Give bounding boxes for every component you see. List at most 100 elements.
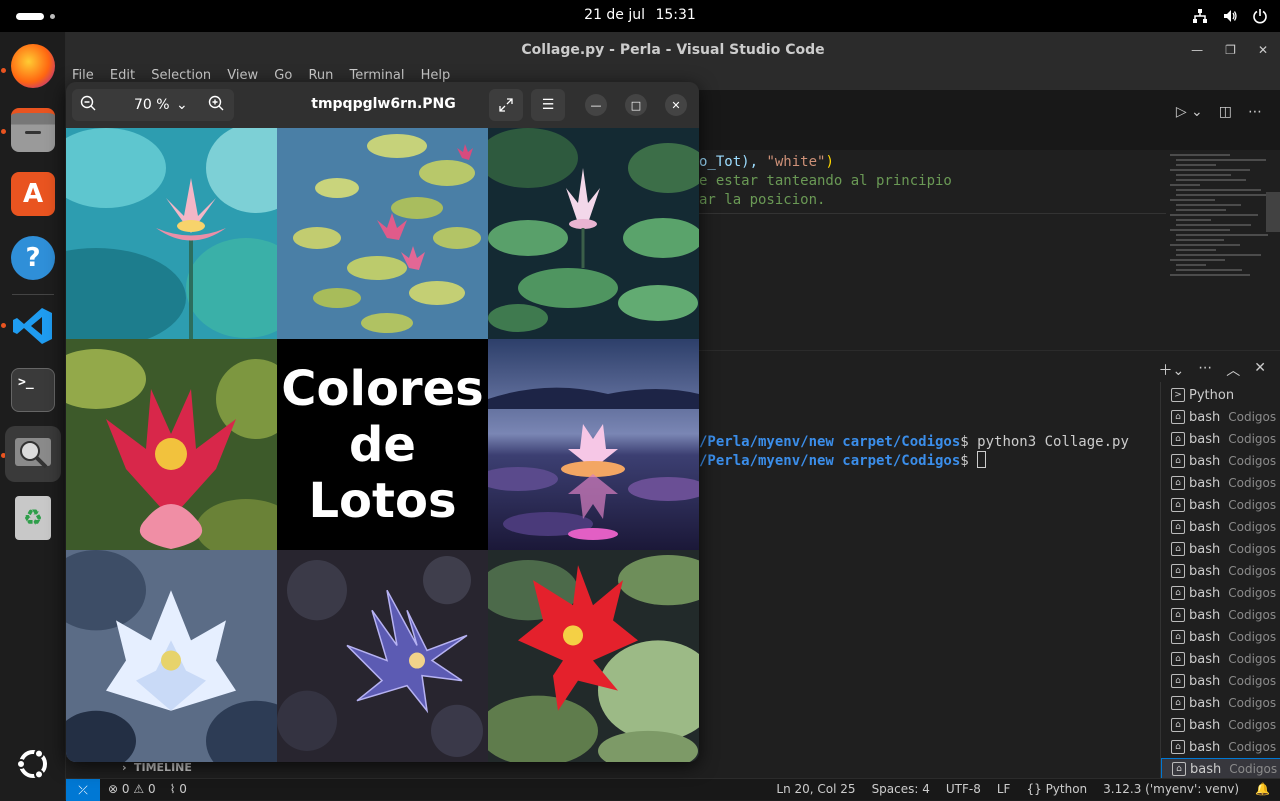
menu-go[interactable]: Go [274, 68, 292, 83]
terminal-list-item[interactable]: ⌂ bash Codigos [1171, 428, 1276, 450]
dock-image-viewer[interactable] [5, 426, 61, 482]
terminal-list-item[interactable]: ⌂ bash Codigos [1171, 582, 1276, 604]
dock-show-apps[interactable] [5, 736, 61, 792]
bash-terminal-icon: ⌂ [1171, 696, 1185, 710]
terminal-list-item[interactable]: ⌂ bash Codigos [1171, 560, 1276, 582]
menu-run[interactable]: Run [308, 68, 333, 83]
terminal-list-item[interactable]: ⌂ bash Codigos [1171, 648, 1276, 670]
minimap[interactable] [1166, 150, 1271, 280]
ports-status[interactable]: ⌇ 0 [170, 782, 187, 796]
volume-icon[interactable] [1220, 6, 1240, 26]
close-panel-icon[interactable]: ✕ [1254, 360, 1266, 380]
terminal-list-label: bash [1189, 673, 1221, 689]
terminal-list-label: bash [1189, 431, 1221, 447]
terminal-list-item[interactable]: ⌂ bash Codigos [1171, 494, 1276, 516]
editor-scrollbar[interactable] [1266, 192, 1280, 232]
dock-help[interactable]: ? [5, 230, 61, 286]
menu-terminal[interactable]: Terminal [350, 68, 405, 83]
system-tray[interactable] [1190, 6, 1270, 26]
bash-terminal-icon: ⌂ [1171, 542, 1185, 556]
terminal-list-item[interactable]: ⌂ bash Codigos [1161, 758, 1280, 780]
terminal-list-sub: Codigos [1228, 410, 1277, 424]
terminal-list-item[interactable]: ⌂ bash Codigos [1171, 406, 1276, 428]
menu-edit[interactable]: Edit [110, 68, 135, 83]
split-editor-icon[interactable]: ◫ [1219, 104, 1232, 120]
terminal-list-python[interactable]: > Python [1171, 384, 1234, 406]
ubuntu-logo-icon [11, 742, 55, 786]
minimap-line [1176, 204, 1241, 206]
more-actions-icon[interactable]: ⋯ [1248, 104, 1262, 120]
notifications-icon[interactable]: 🔔 [1255, 782, 1270, 796]
close-button[interactable]: ✕ [665, 94, 687, 116]
minimize-button[interactable]: — [585, 94, 607, 116]
menu-help[interactable]: Help [421, 68, 451, 83]
terminal-list-label: bash [1189, 409, 1221, 425]
status-bar: ⤫ ⊗ 0 ⚠ 0 ⌇ 0 Ln 20, Col 25 Spaces: 4 UT… [66, 778, 1280, 801]
menu-selection[interactable]: Selection [151, 68, 211, 83]
bash-terminal-icon: ⌂ [1171, 520, 1185, 534]
minimize-button[interactable]: — [1191, 32, 1203, 68]
indentation[interactable]: Spaces: 4 [872, 782, 930, 796]
menu-button[interactable]: ☰ [531, 89, 565, 121]
terminal-line: /Perla/myenv/new carpet/Codigos$ [699, 451, 987, 469]
image-viewer-window: 70 % ⌄ tmpqpglw6rn.PNG ☰ — □ ✕ Colores d… [66, 82, 699, 762]
remote-icon[interactable]: ⤫ [66, 779, 100, 801]
bash-terminal-icon: ⌂ [1171, 718, 1185, 732]
terminal-list-item[interactable]: ⌂ bash Codigos [1171, 670, 1276, 692]
collage-image[interactable]: Colores de Lotos [66, 128, 699, 762]
terminal-line: /Perla/myenv/new carpet/Codigos$ python3… [699, 434, 1129, 450]
zoom-out-button[interactable] [80, 95, 96, 115]
bash-terminal-icon: ⌂ [1171, 476, 1185, 490]
python-interpreter[interactable]: 3.12.3 ('myenv': venv) [1103, 782, 1239, 796]
terminal-list-sub: Codigos [1228, 696, 1277, 710]
cursor-position[interactable]: Ln 20, Col 25 [776, 782, 855, 796]
dock-files[interactable] [5, 102, 61, 158]
maximize-button[interactable]: □ [625, 94, 647, 116]
end-of-line[interactable]: LF [997, 782, 1011, 796]
more-actions-icon[interactable]: ⋯ [1198, 360, 1212, 380]
network-icon[interactable] [1190, 6, 1210, 26]
dock-vscode[interactable] [5, 298, 61, 354]
terminal-list-item[interactable]: ⌂ bash Codigos [1171, 538, 1276, 560]
dock-terminal[interactable]: >_ [5, 362, 61, 418]
terminal-list-item[interactable]: ⌂ bash Codigos [1171, 516, 1276, 538]
menu-view[interactable]: View [227, 68, 258, 83]
terminal-list-item[interactable]: ⌂ bash Codigos [1171, 450, 1276, 472]
minimap-line [1170, 184, 1200, 186]
zoom-in-button[interactable] [208, 95, 224, 115]
problems-status[interactable]: ⊗ 0 ⚠ 0 [108, 782, 156, 796]
terminal-list-label: bash [1189, 497, 1221, 513]
menu-file[interactable]: File [72, 68, 94, 83]
run-icon[interactable]: ▷ ⌄ [1176, 104, 1203, 120]
terminal-list-item[interactable]: ⌂ bash Codigos [1171, 472, 1276, 494]
terminal-list-label: bash [1189, 541, 1221, 557]
dock-app-center[interactable]: A [5, 166, 61, 222]
clock[interactable]: 21 de jul 15:31 [0, 7, 1280, 23]
terminal-list-item[interactable]: ⌂ bash Codigos [1171, 736, 1276, 758]
minimap-line [1170, 274, 1250, 276]
bash-terminal-icon: ⌂ [1171, 498, 1185, 512]
terminal-list-item[interactable]: ⌂ bash Codigos [1171, 604, 1276, 626]
trash-icon: ♻ [15, 496, 51, 540]
dock-trash[interactable]: ♻ [5, 490, 61, 546]
zoom-level[interactable]: 70 % [134, 97, 170, 113]
terminal-list-item[interactable]: ⌂ bash Codigos [1171, 692, 1276, 714]
new-terminal-icon[interactable]: ＋⌄ [1159, 360, 1185, 380]
minimap-line [1176, 179, 1246, 181]
close-button[interactable]: ✕ [1258, 32, 1268, 68]
encoding[interactable]: UTF-8 [946, 782, 981, 796]
language-mode[interactable]: {} Python [1026, 782, 1087, 796]
minimap-line [1176, 234, 1268, 236]
fullscreen-button[interactable] [489, 89, 523, 121]
chevron-down-icon[interactable]: ⌄ [176, 97, 188, 113]
maximize-button[interactable]: ❐ [1225, 32, 1236, 68]
dock-firefox[interactable] [5, 38, 61, 94]
maximize-panel-icon[interactable]: ︿ [1226, 360, 1240, 380]
terminal-list-item[interactable]: ⌂ bash Codigos [1171, 626, 1276, 648]
bash-terminal-icon: ⌂ [1171, 410, 1185, 424]
error-icon: ⊗ [108, 782, 119, 796]
code-line: o_Tot), "white") [699, 154, 834, 170]
terminal-list-sub: Codigos [1228, 454, 1277, 468]
terminal-list-item[interactable]: ⌂ bash Codigos [1171, 714, 1276, 736]
power-icon[interactable] [1250, 6, 1270, 26]
